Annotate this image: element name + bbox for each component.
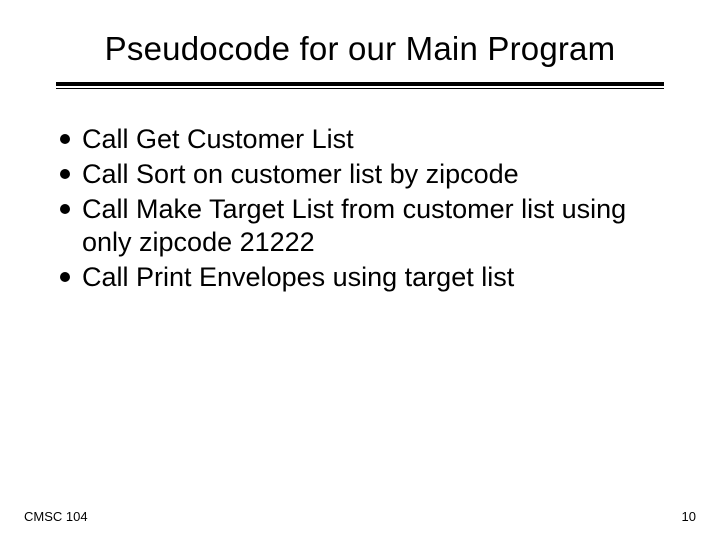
title-rule — [56, 82, 664, 89]
list-item: Call Sort on customer list by zipcode — [60, 158, 660, 191]
slide-title: Pseudocode for our Main Program — [56, 30, 664, 68]
rule-thick — [56, 82, 664, 86]
bullet-list: Call Get Customer List Call Sort on cust… — [60, 123, 660, 294]
bullet-text: Call Make Target List from customer list… — [82, 193, 660, 259]
bullet-icon — [60, 204, 70, 214]
bullet-text: Call Get Customer List — [82, 123, 660, 156]
slide: Pseudocode for our Main Program Call Get… — [0, 0, 720, 540]
bullet-text: Call Sort on customer list by zipcode — [82, 158, 660, 191]
list-item: Call Print Envelopes using target list — [60, 261, 660, 294]
slide-body: Call Get Customer List Call Sort on cust… — [56, 123, 664, 294]
bullet-icon — [60, 169, 70, 179]
bullet-icon — [60, 272, 70, 282]
bullet-icon — [60, 134, 70, 144]
rule-thin — [56, 88, 664, 89]
bullet-text: Call Print Envelopes using target list — [82, 261, 660, 294]
footer-course: CMSC 104 — [24, 509, 88, 524]
footer-page: 10 — [682, 509, 696, 524]
list-item: Call Make Target List from customer list… — [60, 193, 660, 259]
list-item: Call Get Customer List — [60, 123, 660, 156]
